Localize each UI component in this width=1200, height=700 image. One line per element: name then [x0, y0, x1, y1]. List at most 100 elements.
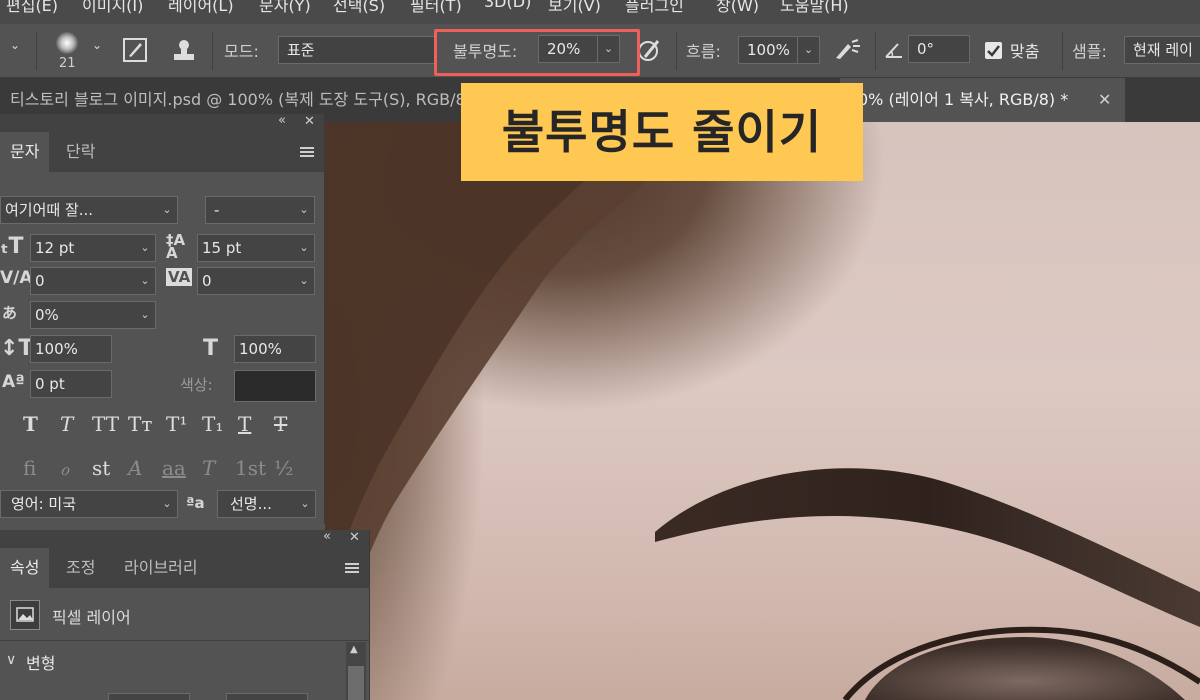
document-tab-layer-copy[interactable]: 0% (레이어 1 복사, RGB/8) * — [840, 78, 1125, 122]
language-value: 영어: 미국 — [11, 495, 77, 513]
tab-paragraph[interactable]: 단락 — [56, 132, 105, 172]
menu-type[interactable]: 문자(Y) — [259, 0, 311, 16]
subscript-button[interactable]: T₁ — [202, 412, 223, 436]
opacity-highlight-box — [434, 29, 640, 76]
panel-header: « ✕ — [0, 113, 324, 132]
pixel-layer-icon — [10, 600, 40, 630]
divider — [676, 32, 677, 70]
menu-select[interactable]: 선택(S) — [333, 0, 385, 16]
scroll-up-icon[interactable]: ▲ — [350, 644, 358, 655]
menu-window[interactable]: 창(W) — [716, 0, 759, 16]
ligatures-button[interactable]: fi — [23, 456, 36, 480]
font-family-value: 여기어때 잘... — [5, 201, 94, 219]
antialias-dropdown[interactable]: 선명... ⌄ — [217, 490, 316, 518]
flow-chevron-icon[interactable]: ⌄ — [797, 37, 819, 63]
menu-3d[interactable]: 3D(D) — [484, 0, 531, 11]
menu-view[interactable]: 보기(V) — [548, 0, 601, 16]
faux-bold-button[interactable]: T — [23, 412, 38, 436]
leading-input[interactable]: 15 pt ⌄ — [197, 234, 315, 262]
tab-adjustments[interactable]: 조정 — [56, 548, 105, 588]
vertical-scale-input[interactable]: 100% — [30, 335, 112, 363]
horizontal-scale-input[interactable]: 100% — [234, 335, 316, 363]
collapse-panel-icon[interactable]: « — [323, 529, 331, 544]
collapse-panel-icon[interactable]: « — [278, 113, 286, 128]
small-caps-button[interactable]: Tт — [128, 412, 152, 436]
menu-edit[interactable]: 편집(E) — [6, 0, 58, 16]
font-family-dropdown[interactable]: 여기어때 잘... ⌄ — [0, 196, 178, 224]
fractions-button[interactable]: ½ — [274, 456, 293, 480]
brush-settings-icon[interactable] — [123, 38, 147, 62]
width-input[interactable] — [108, 693, 190, 700]
layer-kind-label: 픽셀 레이어 — [52, 608, 131, 627]
kerning-icon: V/A — [0, 268, 33, 288]
brush-picker-chevron-icon[interactable]: ⌄ — [92, 38, 102, 52]
menu-filter[interactable]: 필터(T) — [410, 0, 462, 16]
menu-plugins[interactable]: 플러그인 — [625, 0, 684, 16]
menu-help[interactable]: 도움말(H) — [780, 0, 849, 16]
transform-section-title[interactable]: 변형 — [26, 650, 55, 674]
angle-icon — [884, 40, 904, 60]
flow-input[interactable]: 100% ⌄ — [738, 36, 820, 64]
tsume-icon: あ — [2, 304, 18, 322]
language-dropdown[interactable]: 영어: 미국 ⌄ — [0, 490, 178, 518]
close-panel-icon[interactable]: ✕ — [349, 530, 360, 545]
color-label: 색상: — [180, 376, 213, 394]
baseline-shift-icon: Aª — [2, 372, 25, 392]
tool-preset-chevron-icon[interactable]: ⌄ — [10, 38, 20, 52]
angle-input[interactable]: 0° — [908, 35, 970, 63]
airbrush-icon[interactable] — [832, 38, 862, 62]
character-panel: « ✕ 문자 단락 여기어때 잘... ⌄ - ⌄ ₜT 12 pt ⌄ ‡A A… — [0, 113, 325, 524]
tab-character[interactable]: 문자 — [0, 132, 50, 172]
tsume-input[interactable]: 0% ⌄ — [30, 301, 156, 329]
kerning-input[interactable]: 0 ⌄ — [30, 267, 156, 295]
all-caps-button[interactable]: TT — [92, 412, 119, 436]
panel-menu-icon[interactable] — [345, 563, 359, 573]
mode-dropdown[interactable]: 표준 — [278, 36, 434, 64]
canvas[interactable] — [325, 122, 1200, 700]
menu-layer[interactable]: 레이어(L) — [168, 0, 234, 16]
chevron-down-icon: ⌄ — [140, 308, 150, 321]
height-input[interactable] — [226, 693, 308, 700]
titling-alternates-button[interactable]: T — [202, 456, 215, 480]
character-panel-tabs: 문자 단락 — [0, 132, 324, 172]
tracking-icon: VA — [166, 268, 193, 286]
tsume-value: 0% — [35, 306, 59, 324]
stylistic-ligature-button[interactable]: st — [92, 456, 110, 480]
ordinals-button[interactable]: 1st — [235, 456, 266, 480]
chevron-down-icon: ⌄ — [162, 497, 172, 510]
horizontal-scale-icon: T — [203, 336, 219, 361]
sample-value: 현재 레이 — [1133, 41, 1193, 59]
tab-properties[interactable]: 속성 — [0, 548, 50, 588]
text-color-swatch[interactable] — [234, 370, 316, 402]
sample-dropdown[interactable]: 현재 레이 — [1124, 36, 1200, 64]
font-size-input[interactable]: 12 pt ⌄ — [30, 234, 156, 262]
divider — [0, 640, 370, 641]
font-style-dropdown[interactable]: - ⌄ — [205, 196, 315, 224]
superscript-button[interactable]: T¹ — [166, 412, 187, 436]
font-style-value: - — [214, 201, 220, 219]
clone-source-icon[interactable] — [171, 38, 197, 64]
menu-image[interactable]: 이미지(I) — [82, 0, 143, 16]
faux-italic-button[interactable]: T — [60, 412, 73, 436]
align-checkbox[interactable] — [985, 42, 1002, 59]
chevron-down-icon[interactable]: ∨ — [6, 652, 16, 668]
close-tab-icon[interactable]: ✕ — [1098, 90, 1111, 109]
chevron-down-icon: ⌄ — [299, 274, 309, 287]
close-panel-icon[interactable]: ✕ — [304, 114, 315, 129]
align-label: 맞춤 — [1010, 42, 1040, 61]
tracking-input[interactable]: 0 ⌄ — [197, 267, 315, 295]
scroll-thumb[interactable] — [348, 666, 364, 700]
scrollbar[interactable]: ▲ — [346, 642, 366, 700]
discretionary-ligatures-button[interactable]: ℴ — [60, 456, 69, 480]
panel-menu-icon[interactable] — [300, 147, 314, 157]
tab-libraries[interactable]: 라이브러리 — [114, 548, 208, 588]
baseline-shift-input[interactable]: 0 pt — [30, 370, 112, 398]
brush-preview-icon[interactable] — [56, 32, 78, 54]
strikethrough-button[interactable]: T — [274, 412, 287, 436]
swash-button[interactable]: A — [128, 456, 142, 480]
stylistic-alternates-button[interactable]: aa — [162, 456, 186, 480]
underline-button[interactable]: T — [238, 412, 251, 436]
brush-size: 21 — [59, 56, 76, 71]
chevron-down-icon: ⌄ — [162, 203, 172, 216]
angle-value: 0° — [917, 40, 935, 58]
